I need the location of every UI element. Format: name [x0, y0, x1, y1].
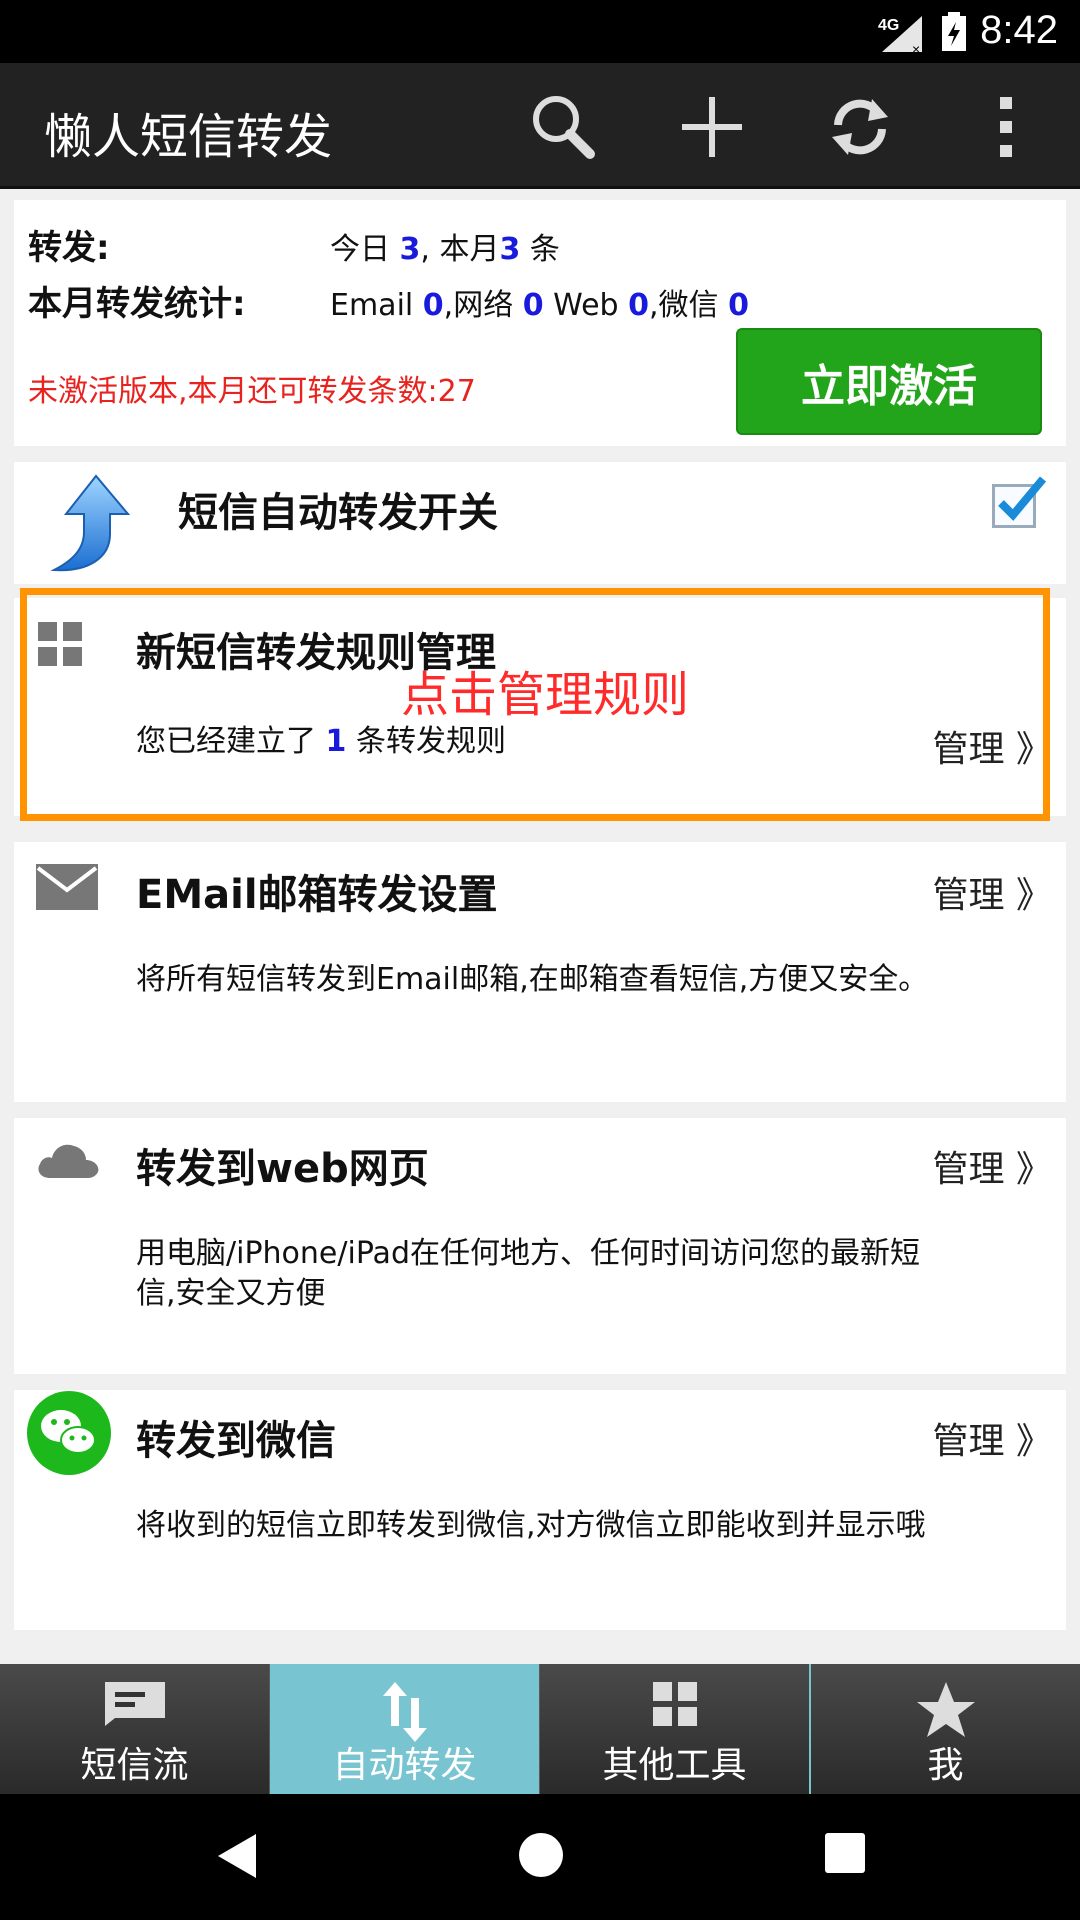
back-icon[interactable] [212, 1830, 264, 1882]
star-icon [916, 1682, 975, 1737]
battery-icon [942, 12, 966, 51]
tab-sms-stream-label: 短信流 [80, 1745, 189, 1786]
system-nav-bar [0, 1794, 1080, 1920]
today-label: 今日 [330, 232, 390, 267]
status-bar: 4G × 8:42 [0, 0, 1080, 63]
wechat-icon [27, 1391, 111, 1475]
wechat-desc: 将收到的短信立即转发到微信,对方微信立即能收到并显示哦 [136, 1508, 926, 1543]
net-stat-label: ,网络 [443, 288, 514, 323]
home-icon[interactable] [516, 1830, 566, 1880]
auto-forward-checkbox[interactable] [992, 476, 1047, 528]
more-vert-icon[interactable] [970, 91, 1042, 163]
monthly-stats-label: 本月转发统计: [28, 284, 246, 324]
email-forward-card[interactable]: EMail邮箱转发设置 管理 》 将所有短信转发到Email邮箱,在邮箱查看短信… [14, 842, 1066, 1102]
tab-me[interactable]: 我 [809, 1664, 1080, 1794]
apps-icon [652, 1682, 697, 1726]
email-stat-label: Email [330, 288, 414, 323]
forward-stats: 今日 3, 本月3 条 [330, 224, 560, 268]
month-count: 3 [499, 232, 521, 267]
message-icon [104, 1682, 165, 1726]
recents-icon[interactable] [822, 1830, 868, 1876]
wx-stat-label: ,微信 [649, 288, 719, 323]
network-type: 4G [878, 17, 899, 34]
wechat-manage-link[interactable]: 管理 》 [933, 1412, 1052, 1464]
web-manage-link[interactable]: 管理 》 [933, 1140, 1052, 1192]
email-manage-link[interactable]: 管理 》 [933, 866, 1052, 918]
mail-icon [36, 864, 98, 910]
app-bar: 懒人短信转发 [0, 63, 1080, 189]
auto-forward-switch-row[interactable]: 短信自动转发开关 [14, 462, 1066, 584]
tab-auto-forward[interactable]: 自动转发 [269, 1664, 539, 1794]
web-desc: 用电脑/iPhone/iPad在任何地方、任何时间访问您的最新短信,安全又方便 [136, 1236, 920, 1311]
search-icon[interactable] [526, 91, 598, 163]
highlight-box: 点击管理规则 [20, 588, 1050, 821]
clock: 8:42 [980, 8, 1058, 52]
unactivated-warning: 未激活版本,本月还可转发条数:27 [28, 374, 476, 409]
tab-sms-stream[interactable]: 短信流 [0, 1664, 269, 1794]
add-icon[interactable] [676, 91, 748, 163]
net-stat-count: 0 [522, 288, 544, 323]
wechat-title: 转发到微信 [136, 1418, 336, 1464]
tab-me-label: 我 [927, 1745, 964, 1786]
today-count: 3 [399, 232, 421, 267]
monthly-stats: Email 0,网络 0 Web 0,微信 0 [330, 280, 749, 324]
email-desc: 将所有短信转发到Email邮箱,在邮箱查看短信,方便又安全。 [136, 962, 929, 997]
unit-label: 条 [529, 232, 560, 267]
forward-arrow-icon [50, 474, 131, 572]
email-title: EMail邮箱转发设置 [136, 872, 498, 918]
app-title: 懒人短信转发 [44, 109, 333, 165]
email-stat-count: 0 [422, 288, 444, 323]
swap-vertical-icon [382, 1682, 427, 1742]
click-hint: 点击管理规则 [401, 667, 690, 723]
month-label: , 本月 [420, 232, 500, 267]
web-forward-card[interactable]: 转发到web网页 管理 》 用电脑/iPhone/iPad在任何地方、任何时间访… [14, 1118, 1066, 1374]
stats-card: 转发: 今日 3, 本月3 条 本月转发统计: Email 0,网络 0 Web… [14, 200, 1066, 446]
bottom-tab-bar: 短信流 自动转发 其他工具 我 [0, 1664, 1080, 1794]
svg-text:×: × [912, 41, 920, 54]
wx-stat-count: 0 [728, 288, 749, 323]
cloud-icon [38, 1144, 99, 1178]
tab-other-tools[interactable]: 其他工具 [539, 1664, 809, 1794]
forward-label: 转发: [28, 228, 110, 268]
refresh-icon[interactable] [824, 91, 896, 163]
tab-other-tools-label: 其他工具 [602, 1745, 747, 1786]
wechat-forward-card[interactable]: 转发到微信 管理 》 将收到的短信立即转发到微信,对方微信立即能收到并显示哦 [14, 1390, 1066, 1630]
tab-auto-forward-label: 自动转发 [332, 1745, 477, 1786]
web-stat-count: 0 [628, 288, 649, 323]
auto-forward-label: 短信自动转发开关 [178, 490, 498, 536]
activate-button[interactable]: 立即激活 [736, 328, 1042, 435]
web-title: 转发到web网页 [136, 1146, 429, 1192]
web-stat-label: Web [553, 288, 619, 323]
check-icon [998, 476, 1047, 521]
signal-icon: 4G × [878, 16, 922, 54]
